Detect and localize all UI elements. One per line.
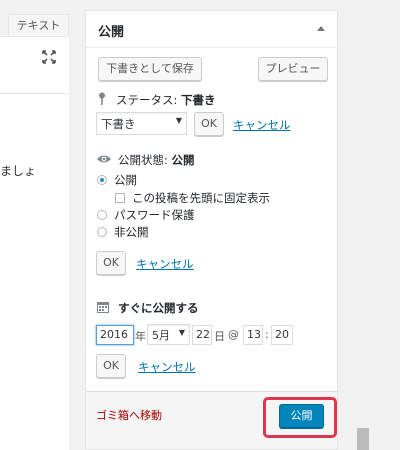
year-suffix: 年 <box>135 330 146 343</box>
year-input[interactable]: 2016 <box>96 325 134 345</box>
status-row: ステータス: 下書き <box>116 92 216 108</box>
publish-box-title: 公開 <box>98 25 125 40</box>
status-ok-button[interactable]: OK <box>194 112 224 136</box>
publish-button[interactable]: 公開 <box>279 404 324 428</box>
radio-public[interactable] <box>97 175 107 185</box>
radio-password[interactable] <box>97 210 107 220</box>
editor-area: テキスト ましょ <box>0 0 69 450</box>
publish-box: 公開 下書きとして保存 プレビュー ステータス: 下書き 下書き ▼ OK キャ… <box>85 10 338 450</box>
at-separator: @ <box>228 328 239 341</box>
editor-toolbar <box>0 36 69 94</box>
move-to-trash-link[interactable]: ゴミ箱へ移動 <box>96 407 162 423</box>
tab-text[interactable]: テキスト <box>8 14 69 36</box>
sticky-checkbox[interactable] <box>115 193 125 203</box>
visibility-label: 公開状態: <box>118 153 168 167</box>
visibility-row: 公開状態: 公開 <box>118 152 195 168</box>
save-draft-button[interactable]: 下書きとして保存 <box>98 57 202 81</box>
collapse-arrow-icon[interactable] <box>317 26 325 31</box>
editor-body[interactable]: ましょ <box>0 94 69 450</box>
dropdown-arrow-icon: ▼ <box>178 328 185 337</box>
month-select-value: 5月 <box>152 329 170 342</box>
fullscreen-icon[interactable] <box>41 49 57 65</box>
minute-input[interactable]: 20 <box>271 325 293 345</box>
month-select[interactable]: 5月 ▼ <box>147 324 190 345</box>
schedule-cancel-link[interactable]: キャンセル <box>138 359 196 375</box>
radio-public-label: 公開 <box>114 173 137 187</box>
status-value: 下書き <box>181 93 216 107</box>
eye-icon <box>97 155 111 163</box>
visibility-cancel-link[interactable]: キャンセル <box>136 256 194 272</box>
scrollbar-track[interactable] <box>357 0 369 450</box>
scrollbar-thumb[interactable] <box>357 428 369 450</box>
pin-icon <box>99 92 105 105</box>
sticky-label: この投稿を先頭に固定表示 <box>132 191 270 205</box>
editor-text: ましょ <box>0 164 37 178</box>
day-suffix: 日 <box>214 330 225 343</box>
calendar-icon <box>97 302 109 313</box>
status-cancel-link[interactable]: キャンセル <box>233 117 291 133</box>
schedule-ok-button[interactable]: OK <box>96 354 126 378</box>
radio-password-label: パスワード保護 <box>114 208 195 222</box>
hour-input[interactable]: 13 <box>243 325 263 345</box>
publishing-actions: ゴミ箱へ移動 公開 <box>86 391 337 449</box>
status-label: ステータス: <box>116 93 178 107</box>
visibility-value: 公開 <box>171 153 195 167</box>
status-select[interactable]: 下書き ▼ <box>96 112 187 135</box>
radio-private[interactable] <box>97 227 107 237</box>
publish-box-header[interactable]: 公開 <box>86 11 337 48</box>
radio-private-label: 非公開 <box>114 225 149 239</box>
schedule-label: すぐに公開する <box>118 301 199 315</box>
preview-button[interactable]: プレビュー <box>258 57 328 81</box>
day-input[interactable]: 22 <box>192 325 212 345</box>
status-select-value: 下書き <box>101 117 136 131</box>
dropdown-arrow-icon: ▼ <box>175 116 182 125</box>
time-colon: : <box>265 328 269 341</box>
visibility-ok-button[interactable]: OK <box>96 251 126 275</box>
